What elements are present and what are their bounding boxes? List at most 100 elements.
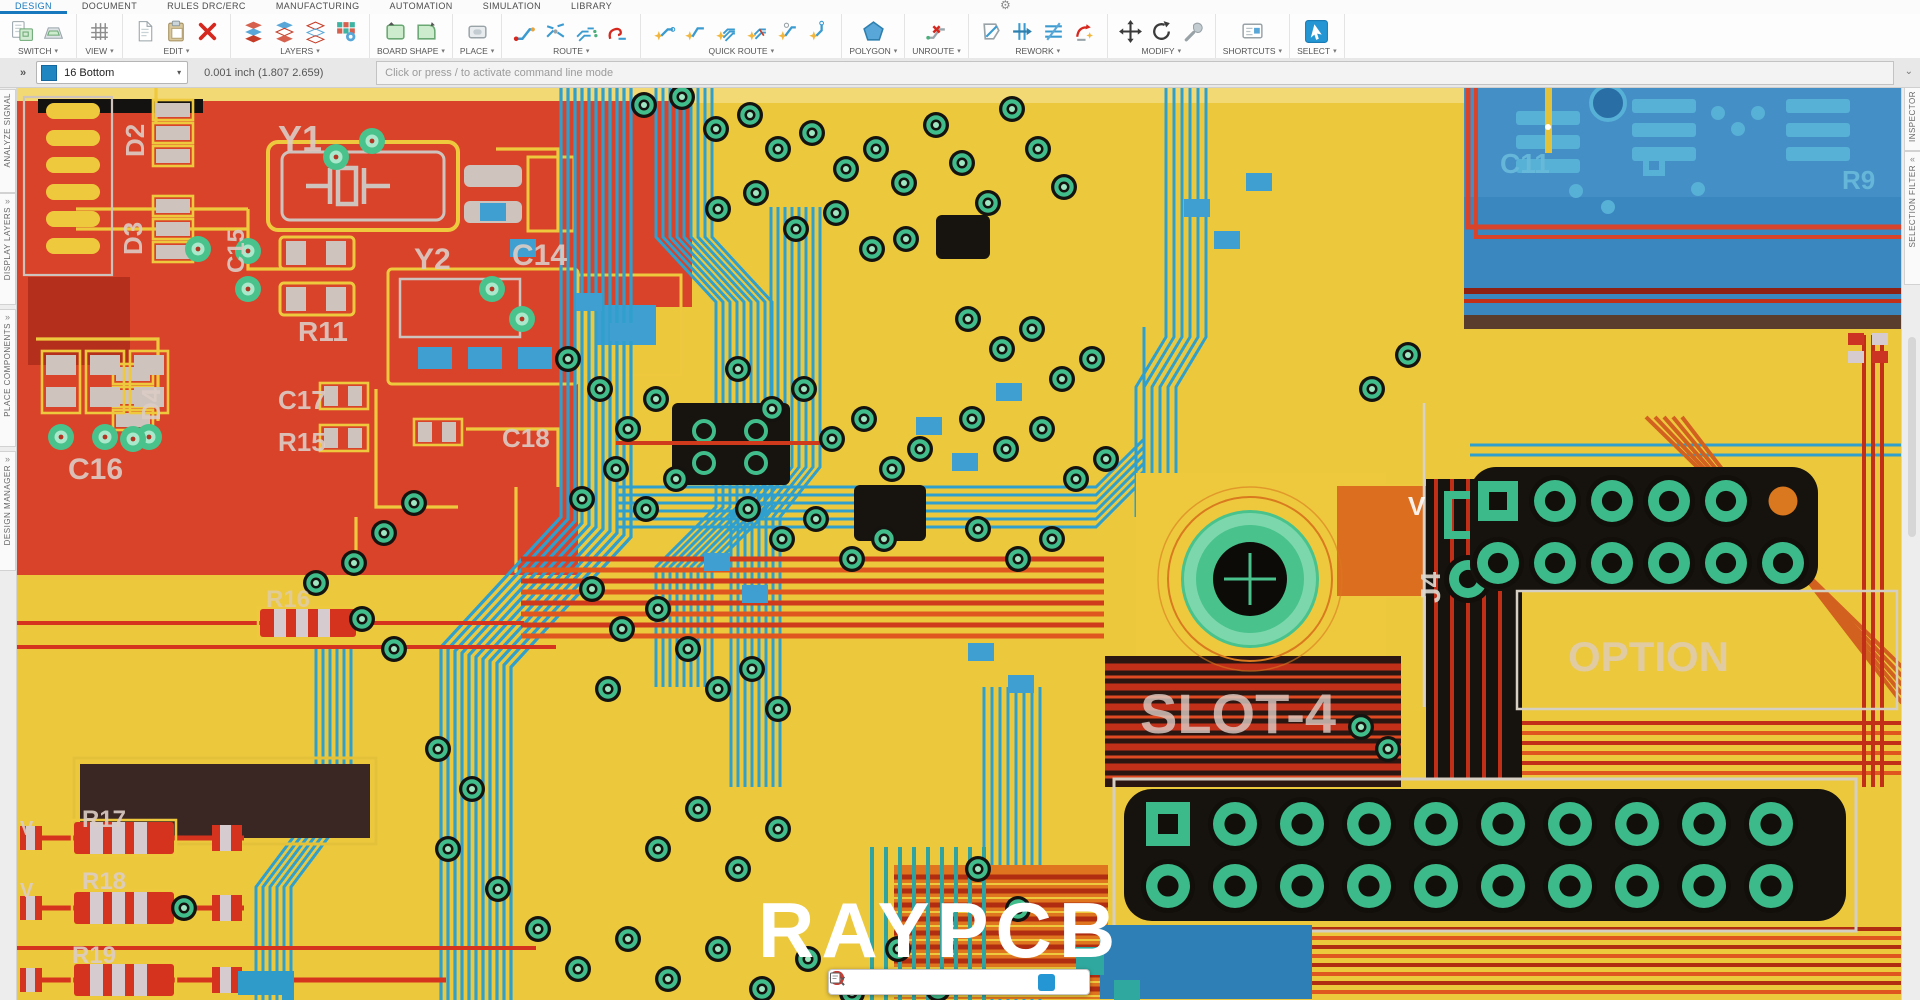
pcb-silkscreen-label: V: [1408, 491, 1426, 521]
menu-tab-document[interactable]: DOCUMENT: [67, 0, 152, 14]
origin-crosshair-icon[interactable]: [988, 974, 1005, 991]
pcb-silkscreen-label: C16: [68, 453, 123, 486]
polygon-icon[interactable]: [858, 17, 889, 46]
shortcuts-panel-icon[interactable]: [1237, 17, 1268, 46]
switch-board-icon[interactable]: [38, 17, 69, 46]
toolbar-group-label[interactable]: POLYGON ▾: [849, 46, 897, 57]
chevron-down-icon: ▾: [1333, 47, 1337, 55]
chevron-down-icon: ▾: [894, 47, 898, 55]
layer-setup-icon[interactable]: [331, 17, 362, 46]
rework-meander-icon[interactable]: [1038, 17, 1069, 46]
rework-fanout-icon[interactable]: [1007, 17, 1038, 46]
status-row-chevron-icon[interactable]: ⌄: [1905, 66, 1913, 77]
unroute-icon[interactable]: [921, 17, 952, 46]
switch-document-icon[interactable]: [7, 17, 38, 46]
select-cursor-icon[interactable]: [1301, 17, 1332, 46]
gear-icon[interactable]: ⚙: [1000, 0, 1011, 12]
rework-polygon-icon[interactable]: [976, 17, 1007, 46]
toolbar-group-label-text: POLYGON: [849, 46, 890, 56]
airwires-icon[interactable]: [1038, 974, 1055, 991]
toolbar-group-label[interactable]: QUICK ROUTE▾: [709, 46, 775, 57]
toolbar-group-label-text: VIEW: [85, 46, 107, 56]
zoom-window-icon[interactable]: [888, 974, 905, 991]
delete-icon[interactable]: [192, 17, 223, 46]
board-outline-icon[interactable]: [380, 17, 411, 46]
eye-icon[interactable]: [863, 974, 880, 991]
board-curve-icon[interactable]: [411, 17, 442, 46]
toolbar-group-label[interactable]: LAYERS▾: [280, 46, 319, 57]
grid-toggle-icon[interactable]: [963, 974, 980, 991]
layer-select[interactable]: 16 Bottom ▾: [36, 61, 188, 84]
menu-tab-manufacturing[interactable]: MANUFACTURING: [261, 0, 375, 14]
command-line-input[interactable]: Click or press / to activate command lin…: [376, 61, 1894, 85]
layer-stack-blue-icon[interactable]: [269, 17, 300, 46]
layer-stack-red-icon[interactable]: [238, 17, 269, 46]
copy-document-icon[interactable]: [130, 17, 161, 46]
place-component-icon[interactable]: [462, 17, 493, 46]
toolbar-group-place: PLACE▾: [453, 14, 502, 58]
toolbar-group-label[interactable]: SWITCH▾: [18, 46, 58, 57]
quick-route-auto-icon[interactable]: [648, 17, 679, 46]
pcb-silkscreen-label: OPTION: [1568, 633, 1729, 680]
toolbar-group-label[interactable]: BOARD SHAPE▾: [377, 46, 445, 57]
pcb-silkscreen-label: Y1: [278, 118, 322, 159]
left-tab-place-components[interactable]: »PLACE COMPONENTS: [0, 309, 16, 447]
toolbar-group-label[interactable]: REWORK▾: [1015, 46, 1060, 57]
pcb-artwork: Y1Y2C14R11C17R15C18C16D2D3D4C15R16R17R18…: [16, 87, 1902, 1000]
expand-chevron-icon[interactable]: »: [20, 67, 26, 79]
wrench-icon[interactable]: [1177, 17, 1208, 46]
toolbar-group-label[interactable]: SHORTCUTS▾: [1223, 46, 1282, 57]
route-multi-icon[interactable]: [571, 17, 602, 46]
toolbar-group-label-text: SWITCH: [18, 46, 52, 56]
left-tab-design-manager[interactable]: »DESIGN MANAGER: [0, 451, 16, 571]
menu-tab-rules-drc-erc[interactable]: RULES DRC/ERC: [152, 0, 261, 14]
menu-bar: DESIGNDOCUMENTRULES DRC/ERCMANUFACTURING…: [0, 0, 1920, 14]
layer-select-value: 16 Bottom: [57, 67, 177, 79]
zoom-in-icon[interactable]: [913, 974, 930, 991]
toolbar-group-label-text: SELECT: [1297, 46, 1330, 56]
route-spiral-icon[interactable]: [602, 17, 633, 46]
toolbar-group-label[interactable]: VIEW▾: [85, 46, 113, 57]
toolbar-group-unroute: UNROUTE▾: [905, 14, 969, 58]
chevron-down-icon: ▾: [186, 47, 190, 55]
right-tab-inspector[interactable]: INSPECTOR: [1904, 87, 1920, 151]
menu-tab-design[interactable]: DESIGN: [0, 0, 67, 14]
rework-arc-icon[interactable]: [1069, 17, 1100, 46]
pcb-silkscreen-label: R17: [82, 806, 126, 833]
left-tab-display-layers[interactable]: »DISPLAY LAYERS: [0, 193, 16, 305]
toolbar-group-label[interactable]: UNROUTE▾: [912, 46, 961, 57]
stop-icon[interactable]: [1013, 974, 1030, 991]
quick-route-diff-icon[interactable]: [741, 17, 772, 46]
pcb-silkscreen-label: R9: [1842, 165, 1875, 195]
view-navigation-bar: [828, 969, 1090, 995]
menu-tab-automation[interactable]: AUTOMATION: [375, 0, 468, 14]
route-differential-icon[interactable]: [540, 17, 571, 46]
move-icon[interactable]: [1115, 17, 1146, 46]
panel-expand-icon: »: [5, 197, 10, 205]
left-tab-analyze-signal[interactable]: ANALYZE SIGNAL: [0, 89, 16, 193]
layer-display-icon[interactable]: [1063, 974, 1080, 991]
grid-icon[interactable]: [84, 17, 115, 46]
quick-route-via-icon[interactable]: [772, 17, 803, 46]
vertical-scrollbar[interactable]: [1908, 337, 1916, 537]
toolbar-group-label[interactable]: EDIT▾: [164, 46, 190, 57]
menu-tab-simulation[interactable]: SIMULATION: [468, 0, 556, 14]
quick-route-bus-icon[interactable]: [710, 17, 741, 46]
toolbar-group-label[interactable]: ROUTE▾: [553, 46, 589, 57]
toolbar-group-label[interactable]: PLACE▾: [460, 46, 494, 57]
right-tab-selection-filter[interactable]: «SELECTION FILTER: [1904, 151, 1920, 285]
toolbar-group-label[interactable]: MODIFY▾: [1142, 46, 1182, 57]
menu-tab-library[interactable]: LIBRARY: [556, 0, 627, 14]
layer-stack-outline-icon[interactable]: [300, 17, 331, 46]
pcb-canvas[interactable]: Y1Y2C14R11C17R15C18C16D2D3D4C15R16R17R18…: [16, 87, 1902, 1000]
route-manual-icon[interactable]: [509, 17, 540, 46]
toolbar-group-label[interactable]: SELECT▾: [1297, 46, 1337, 57]
zoom-out-icon[interactable]: [938, 974, 955, 991]
pcb-silkscreen-label: C11: [1500, 148, 1550, 179]
rotate-icon[interactable]: [1146, 17, 1177, 46]
menu-tabs: DESIGNDOCUMENTRULES DRC/ERCMANUFACTURING…: [0, 0, 627, 14]
quick-route-single-icon[interactable]: [679, 17, 710, 46]
chevron-down-icon: ▾: [491, 47, 495, 55]
quick-route-finish-icon[interactable]: [803, 17, 834, 46]
paste-icon[interactable]: [161, 17, 192, 46]
